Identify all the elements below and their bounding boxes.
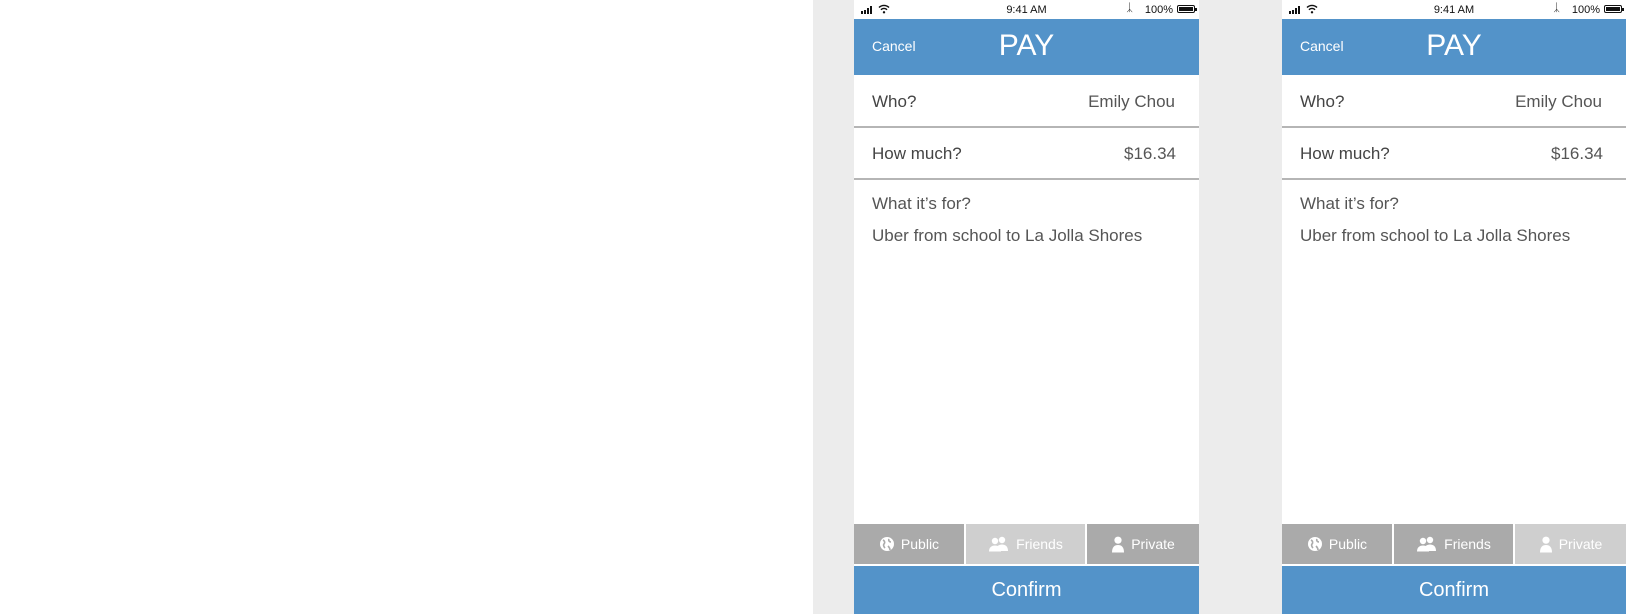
friends-icon (989, 536, 1009, 552)
status-bar: 9:41 AM ᛣ 100% (854, 0, 1199, 19)
who-label: Who? (872, 92, 917, 111)
globe-icon (1307, 537, 1322, 551)
amount-value[interactable]: $16.34 (1124, 144, 1176, 164)
nav-bar: Cancel PAY (1282, 19, 1626, 75)
privacy-private-label: Private (1558, 536, 1603, 552)
privacy-segmented-control: Public Friends Private (854, 524, 1199, 564)
page-title: PAY (998, 29, 1055, 62)
memo-label: What it’s for? (872, 194, 971, 213)
privacy-friends-option[interactable]: Friends (1394, 524, 1513, 564)
confirm-button[interactable]: Confirm (854, 566, 1199, 614)
privacy-private-option[interactable]: Private (1515, 524, 1626, 564)
amount-row[interactable]: How much? $16.34 (1282, 128, 1626, 180)
who-value[interactable]: Emily Chou (1088, 92, 1175, 112)
battery-percent: 100% (1144, 4, 1173, 16)
who-row[interactable]: Who? Emily Chou (854, 76, 1199, 128)
bluetooth-icon: ᛣ (1126, 2, 1133, 14)
amount-value[interactable]: $16.34 (1551, 144, 1603, 164)
phone-screen-1: 9:41 AM ᛣ 100% Cancel PAY Who? Emily Cho… (854, 0, 1199, 614)
phone-screen-2: 9:41 AM ᛣ 100% Cancel PAY Who? Emily Cho… (1282, 0, 1626, 614)
friends-icon (1417, 536, 1437, 552)
confirm-button[interactable]: Confirm (1282, 566, 1626, 614)
battery-percent: 100% (1571, 4, 1600, 16)
privacy-friends-label: Friends (1444, 536, 1491, 552)
amount-label: How much? (1300, 144, 1390, 163)
battery-icon (1604, 5, 1624, 13)
privacy-public-label: Public (1328, 536, 1368, 552)
who-row[interactable]: Who? Emily Chou (1282, 76, 1626, 128)
who-label: Who? (1300, 92, 1345, 111)
page-title: PAY (1426, 29, 1482, 62)
privacy-private-label: Private (1131, 536, 1175, 552)
bluetooth-icon: ᛣ (1553, 2, 1560, 14)
privacy-public-option[interactable]: Public (854, 524, 964, 564)
globe-icon (879, 537, 894, 551)
amount-row[interactable]: How much? $16.34 (854, 128, 1199, 180)
memo-field[interactable]: Uber from school to La Jolla Shores (872, 226, 1142, 246)
who-value[interactable]: Emily Chou (1515, 92, 1602, 112)
privacy-public-option[interactable]: Public (1282, 524, 1392, 564)
person-icon (1112, 536, 1125, 552)
amount-label: How much? (872, 144, 962, 163)
privacy-private-option[interactable]: Private (1087, 524, 1199, 564)
privacy-friends-option[interactable]: Friends (966, 524, 1085, 564)
nav-bar: Cancel PAY (854, 19, 1199, 75)
privacy-friends-label: Friends (1016, 536, 1063, 552)
status-bar: 9:41 AM ᛣ 100% (1282, 0, 1626, 19)
memo-label: What it’s for? (1300, 194, 1399, 213)
privacy-public-label: Public (900, 536, 940, 552)
battery-icon (1177, 5, 1197, 13)
person-icon (1539, 536, 1552, 552)
privacy-segmented-control: Public Friends Private (1282, 524, 1626, 564)
memo-field[interactable]: Uber from school to La Jolla Shores (1300, 226, 1570, 246)
